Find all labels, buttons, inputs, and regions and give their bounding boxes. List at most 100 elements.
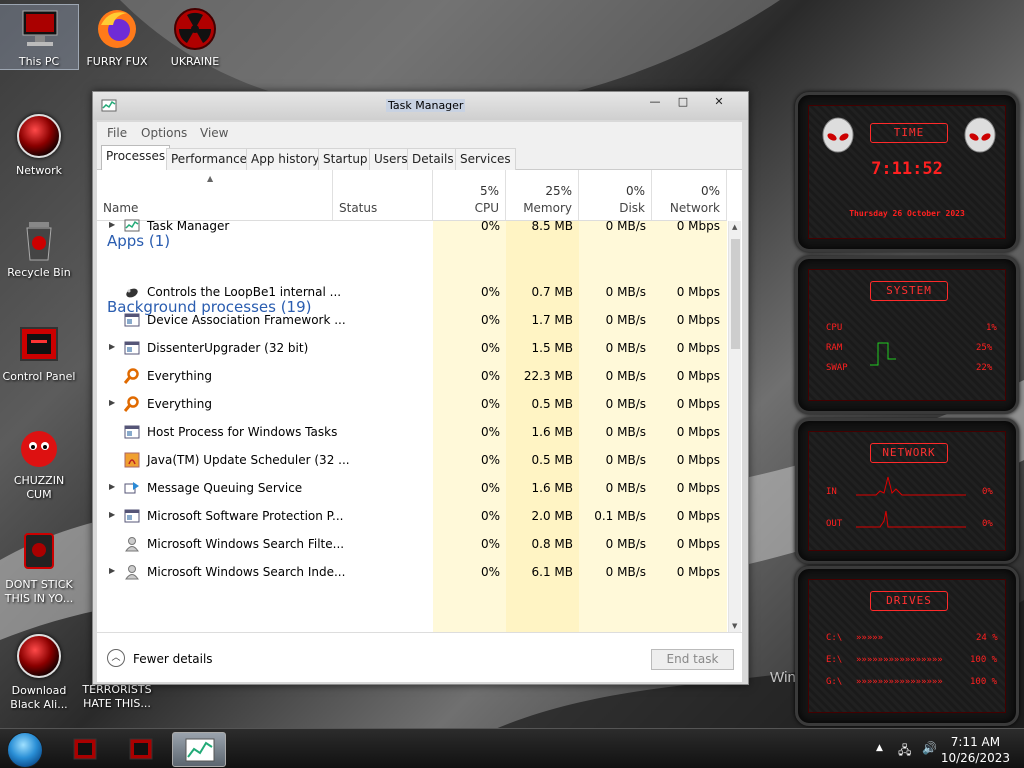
process-row[interactable]: ▶ Microsoft Software Protection P... 0% 2.0… [97, 502, 727, 530]
process-cpu: 0% [480, 341, 500, 355]
process-memory: 1.7 MB [531, 313, 573, 327]
process-row[interactable]: ▶ Task Manager 0% 8.5 MB 0 MB/s 0 Mbps [97, 212, 727, 240]
system-title: SYSTEM [870, 281, 948, 301]
expand-arrow-icon[interactable]: ▶ [109, 482, 115, 491]
process-cpu: 0% [480, 397, 500, 411]
title-bar[interactable]: Task Manager — □ ✕ [93, 92, 748, 120]
process-network: 0 Mbps [676, 537, 720, 551]
process-name: Message Queuing Service [147, 481, 303, 495]
process-row[interactable]: ▶ Everything 0% 0.5 MB 0 MB/s 0 Mbps [97, 390, 727, 418]
expand-arrow-icon[interactable]: ▶ [109, 566, 115, 575]
process-disk: 0 MB/s [605, 537, 646, 551]
drives-gadget[interactable]: DRIVES C:\ »»»»» 24 % E:\ »»»»»»»»»»»»»»… [795, 566, 1019, 726]
tab-details[interactable]: Details [407, 148, 459, 170]
desktop-icon-terrorists[interactable]: TERRORISTS HATE THIS... [78, 683, 156, 711]
taskbar-app-task-manager[interactable] [172, 732, 226, 767]
process-row[interactable]: ▶ Message Queuing Service 0% 1.6 MB 0 MB/s 0 … [97, 474, 727, 502]
process-disk: 0 MB/s [605, 425, 646, 439]
process-disk: 0 MB/s [605, 453, 646, 467]
scroll-down-icon[interactable]: ▼ [732, 622, 737, 630]
process-name: Device Association Framework ... [147, 313, 346, 327]
scroll-thumb[interactable] [731, 239, 740, 349]
expand-arrow-icon[interactable]: ▶ [109, 510, 115, 519]
maximize-button[interactable]: □ [671, 95, 695, 111]
process-row[interactable]: Host Process for Windows Tasks 0% 1.6 MB 0 … [97, 418, 727, 446]
net-out-label: OUT [826, 519, 843, 529]
process-row[interactable]: ▶ DissenterUpgrader (32 bit) 0% 1.5 MB 0 MB/… [97, 334, 727, 362]
minimize-button[interactable]: — [643, 95, 667, 111]
tab-processes[interactable]: Processes [101, 145, 171, 171]
control-panel-icon [15, 320, 63, 368]
network-tray-icon[interactable]: 🖧 [898, 741, 911, 762]
process-row[interactable]: Controls the LoopBe1 internal ... 0% 0.7 M… [97, 278, 727, 306]
sort-arrow-icon: ▲ [207, 174, 214, 183]
control-panel-icon [73, 738, 97, 760]
desktop-icon-recycle-bin[interactable]: Recycle Bin [0, 216, 78, 280]
expand-arrow-icon[interactable]: ▶ [109, 398, 115, 407]
expand-arrow-icon[interactable]: ▶ [109, 220, 115, 229]
process-name: Microsoft Windows Search Inde... [147, 565, 346, 579]
process-row[interactable]: Microsoft Windows Search Filte... 0% 0.8 M… [97, 530, 727, 558]
drive-g-bar: »»»»»»»»»»»»»»»» [856, 677, 943, 687]
end-task-button[interactable]: End task [651, 649, 734, 670]
process-network: 0 Mbps [676, 481, 720, 495]
task-manager-icon [185, 738, 215, 762]
desktop-icon-download-black-ali[interactable]: Download Black Ali... [0, 632, 78, 712]
system-clock[interactable]: 7:11 AM 10/26/2023 [941, 734, 1010, 766]
desktop-icon-this-pc[interactable]: This PC [0, 4, 79, 70]
clock-gadget[interactable]: TIME 7:11:52 Thursday 26 October 2023 [795, 92, 1019, 252]
chevron-up-icon[interactable]: ︿ [107, 649, 125, 667]
desktop-icon-chuzzin-cum[interactable]: CHUZZIN CUM [0, 424, 78, 502]
taskbar-app-control-panel[interactable] [60, 732, 110, 767]
expand-arrow-icon[interactable]: ▶ [109, 342, 115, 351]
volume-icon[interactable]: 🔊 [922, 741, 937, 755]
drive-e-bar: »»»»»»»»»»»»»»»» [856, 655, 943, 665]
desktop-icon-dont-stick[interactable]: DONT STICK THIS IN YO... [0, 528, 78, 606]
desktop-icon-control-panel[interactable]: Control Panel [0, 320, 78, 384]
desktop-icon-furry-fux[interactable]: FURRY FUX [78, 5, 156, 69]
network-gadget[interactable]: NETWORK IN 0% OUT 0% [795, 418, 1019, 564]
process-name: Java(TM) Update Scheduler (32 ... [147, 453, 350, 467]
tab-startup[interactable]: Startup [318, 148, 373, 170]
process-row[interactable]: Java(TM) Update Scheduler (32 ... 0% 0.5 M… [97, 446, 727, 474]
scroll-up-icon[interactable]: ▲ [732, 223, 737, 231]
fewer-details-link[interactable]: Fewer details [133, 652, 213, 666]
system-gadget[interactable]: SYSTEM CPU 1% RAM 25% SWAP 22% [795, 256, 1019, 414]
footer: ︿ Fewer details End task [97, 632, 742, 682]
process-memory: 2.0 MB [531, 509, 573, 523]
disk-total: 0% [625, 184, 645, 198]
desktop-icon-ukraine[interactable]: UKRAINE [156, 5, 234, 69]
computer-icon [15, 5, 63, 53]
process-network: 0 Mbps [676, 509, 720, 523]
tab-services[interactable]: Services [455, 148, 516, 170]
menu-options[interactable]: Options [141, 126, 187, 140]
process-name: Task Manager [147, 219, 230, 233]
tab-app-history[interactable]: App history [246, 148, 325, 170]
service-window-icon [124, 508, 140, 524]
network-title: NETWORK [870, 443, 948, 463]
taskbar-app-red[interactable] [116, 732, 166, 767]
drive-e-label: E:\ [826, 655, 843, 665]
process-row[interactable]: Everything 0% 22.3 MB 0 MB/s 0 Mbps [97, 362, 727, 390]
desktop-icon-label: TERRORISTS HATE THIS... [82, 683, 152, 710]
process-memory: 1.5 MB [531, 341, 573, 355]
recycle-bin-icon [15, 216, 63, 264]
vertical-scrollbar[interactable]: ▲ ▼ [728, 221, 741, 632]
process-list: ▲ Name Status 5% CPU 25% Memory 0% Disk … [97, 170, 742, 632]
task-manager-icon [124, 218, 140, 234]
process-memory: 22.3 MB [523, 369, 573, 383]
window-title: Task Manager [386, 99, 466, 112]
process-name: DissenterUpgrader (32 bit) [147, 341, 309, 355]
process-cpu: 0% [480, 285, 500, 299]
process-cpu: 0% [480, 219, 500, 233]
desktop-icon-network[interactable]: Network [0, 112, 78, 178]
process-row[interactable]: ▶ Microsoft Windows Search Inde... 0% 6.1 M… [97, 558, 727, 586]
process-row[interactable]: Device Association Framework ... 0% 1.7 MB… [97, 306, 727, 334]
menu-view[interactable]: View [200, 126, 228, 140]
tab-performance[interactable]: Performance [166, 148, 253, 170]
ram-label: RAM [826, 343, 843, 353]
close-button[interactable]: ✕ [707, 95, 731, 111]
show-hidden-icon[interactable]: ▲ [876, 743, 883, 753]
menu-file[interactable]: File [107, 126, 127, 140]
start-button[interactable] [7, 732, 43, 768]
